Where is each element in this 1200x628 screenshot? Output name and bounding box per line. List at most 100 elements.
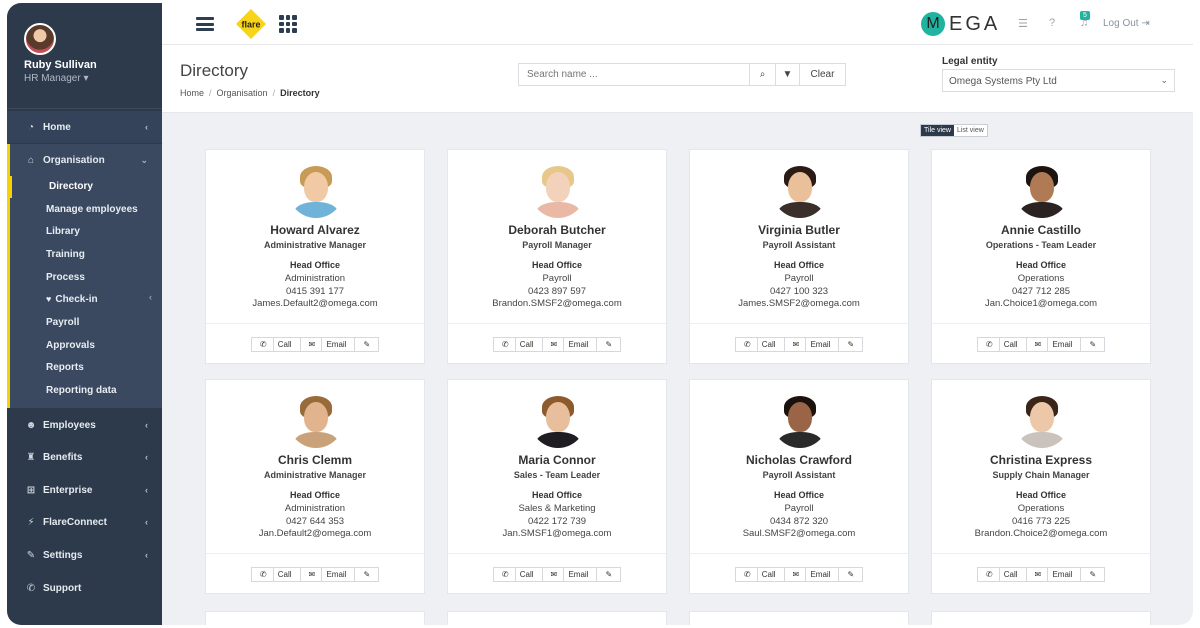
sidebar-item-process[interactable]: Process: [46, 272, 85, 283]
employee-email[interactable]: James.Default2@omega.com: [206, 298, 424, 309]
employee-name[interactable]: Christina Express: [932, 453, 1150, 467]
email-button[interactable]: ✉ Email: [301, 568, 356, 581]
filter-button[interactable]: ▼: [776, 63, 800, 86]
employee-email[interactable]: Saul.SMSF2@omega.com: [690, 528, 908, 539]
employee-card[interactable]: Virginia Butler Payroll Assistant Head Off…: [689, 149, 909, 364]
breadcrumb-organisation[interactable]: Organisation: [217, 88, 268, 98]
flare-logo[interactable]: flare: [234, 7, 268, 41]
edit-button[interactable]: ✎: [355, 568, 378, 581]
nav-organisation[interactable]: ⌂ Organisation ⌄: [7, 144, 162, 176]
employee-name[interactable]: Virginia Butler: [690, 223, 908, 237]
employee-title: Administrative Manager: [263, 470, 367, 480]
email-button[interactable]: ✉ Email: [1027, 568, 1082, 581]
search-button[interactable]: ⌕: [750, 63, 776, 86]
hamburger-menu-icon[interactable]: [196, 17, 214, 31]
chevron-left-icon: ‹: [149, 292, 152, 302]
phone-icon: ✆: [255, 338, 274, 351]
legal-entity-select[interactable]: Omega Systems Pty Ltd ⌄: [942, 69, 1175, 92]
sidebar-item-directory[interactable]: Directory: [49, 181, 93, 192]
pencil-icon: ✎: [605, 570, 613, 579]
notification-badge: 5: [1080, 11, 1090, 20]
nav-benefits[interactable]: ♜ Benefits ‹: [7, 441, 162, 473]
employee-name[interactable]: Maria Connor: [448, 453, 666, 467]
breadcrumb-home[interactable]: Home: [180, 88, 204, 98]
employee-card[interactable]: Annie Castillo Operations - Team Leader He…: [931, 149, 1151, 364]
view-toggle: Tile view List view: [920, 124, 988, 137]
employee-name[interactable]: Howard Alvarez: [206, 223, 424, 237]
chevron-left-icon: ‹: [145, 550, 148, 560]
edit-button[interactable]: ✎: [839, 338, 862, 351]
email-label: Email: [326, 570, 347, 579]
sidebar-item-payroll[interactable]: Payroll: [46, 317, 79, 328]
user-profile[interactable]: Ruby Sullivan HR Manager ▾: [7, 3, 162, 109]
employee-card[interactable]: Maria Connor Sales - Team Leader Head Offi…: [447, 379, 667, 594]
search-input[interactable]: [518, 63, 750, 86]
edit-button[interactable]: ✎: [1081, 568, 1104, 581]
call-button[interactable]: ✆ Call: [252, 338, 301, 351]
sidebar-item-manage-employees[interactable]: Manage employees: [46, 204, 138, 215]
nav-employees[interactable]: ☻ Employees ‹: [7, 409, 162, 441]
call-button[interactable]: ✆ Call: [494, 568, 543, 581]
apps-grid-icon[interactable]: [279, 15, 297, 33]
sidebar-item-reports[interactable]: Reports: [46, 362, 84, 373]
email-button[interactable]: ✉ Email: [785, 568, 840, 581]
employee-card[interactable]: Christina Express Supply Chain Manager Hea…: [931, 379, 1151, 594]
logout-button[interactable]: Log Out ⇥: [1103, 18, 1150, 29]
employee-email[interactable]: Brandon.SMSF2@omega.com: [448, 298, 666, 309]
employee-card[interactable]: Howard Alvarez Administrative Manager Head…: [205, 149, 425, 364]
sidebar-item-approvals[interactable]: Approvals: [46, 340, 95, 351]
email-button[interactable]: ✉ Email: [785, 338, 840, 351]
employee-name[interactable]: Annie Castillo: [932, 223, 1150, 237]
phone-icon: ✆: [739, 568, 758, 581]
edit-button[interactable]: ✎: [597, 338, 620, 351]
nav-flareconnect[interactable]: ⚡ FlareConnect ‹: [7, 506, 162, 538]
list-icon[interactable]: ☰: [1018, 17, 1028, 30]
edit-button[interactable]: ✎: [839, 568, 862, 581]
edit-button[interactable]: ✎: [1081, 338, 1104, 351]
nav-settings[interactable]: ✎ Settings ‹: [7, 539, 162, 571]
envelope-icon: ✉: [304, 338, 323, 351]
sidebar-item-training[interactable]: Training: [46, 249, 85, 260]
call-button[interactable]: ✆ Call: [736, 568, 785, 581]
sidebar-item-check-in[interactable]: ♥ Check-in: [46, 294, 98, 305]
call-button[interactable]: ✆ Call: [736, 338, 785, 351]
employee-name[interactable]: Nicholas Crawford: [690, 453, 908, 467]
employee-card[interactable]: Nicholas Crawford Payroll Assistant Head O…: [689, 379, 909, 594]
call-button[interactable]: ✆ Call: [978, 338, 1027, 351]
employee-email[interactable]: Jan.SMSF1@omega.com: [448, 528, 666, 539]
edit-button[interactable]: ✎: [597, 568, 620, 581]
employee-name[interactable]: Chris Clemm: [206, 453, 424, 467]
sidebar-item-reporting-data[interactable]: Reporting data: [46, 385, 117, 396]
sidebar-item-library[interactable]: Library: [46, 226, 80, 237]
employee-card[interactable]: Chris Clemm Administrative Manager Head Of…: [205, 379, 425, 594]
nav-enterprise[interactable]: ⊞ Enterprise ‹: [7, 474, 162, 506]
call-button[interactable]: ✆ Call: [252, 568, 301, 581]
sitemap-icon: ⊞: [26, 484, 36, 496]
employee-email[interactable]: Brandon.Choice2@omega.com: [932, 528, 1150, 539]
employee-email[interactable]: Jan.Choice1@omega.com: [932, 298, 1150, 309]
call-label: Call: [277, 340, 292, 349]
heart-icon: ♥: [46, 294, 52, 304]
nav-support[interactable]: ✆ Support: [7, 572, 162, 604]
employee-email[interactable]: Jan.Default2@omega.com: [206, 528, 424, 539]
clear-button[interactable]: Clear: [800, 63, 846, 86]
legal-entity-value: Omega Systems Pty Ltd: [949, 76, 1057, 87]
nav-home[interactable]: ◔ Home ‹: [7, 111, 162, 143]
call-label: Call: [519, 570, 534, 579]
employee-name[interactable]: Deborah Butcher: [448, 223, 666, 237]
user-role-dropdown[interactable]: HR Manager ▾: [24, 73, 162, 84]
nav-enterprise-label: Enterprise: [43, 484, 93, 496]
call-button[interactable]: ✆ Call: [494, 338, 543, 351]
tile-view-button[interactable]: Tile view: [921, 125, 954, 136]
employee-card[interactable]: Deborah Butcher Payroll Manager Head Offic…: [447, 149, 667, 364]
email-button[interactable]: ✉ Email: [543, 568, 598, 581]
email-button[interactable]: ✉ Email: [301, 338, 356, 351]
list-view-button[interactable]: List view: [953, 125, 987, 136]
email-button[interactable]: ✉ Email: [543, 338, 598, 351]
email-button[interactable]: ✉ Email: [1027, 338, 1082, 351]
call-button[interactable]: ✆ Call: [978, 568, 1027, 581]
edit-button[interactable]: ✎: [355, 338, 378, 351]
email-label: Email: [810, 340, 831, 349]
employee-email[interactable]: James.SMSF2@omega.com: [690, 298, 908, 309]
help-icon[interactable]: ?: [1049, 17, 1055, 29]
